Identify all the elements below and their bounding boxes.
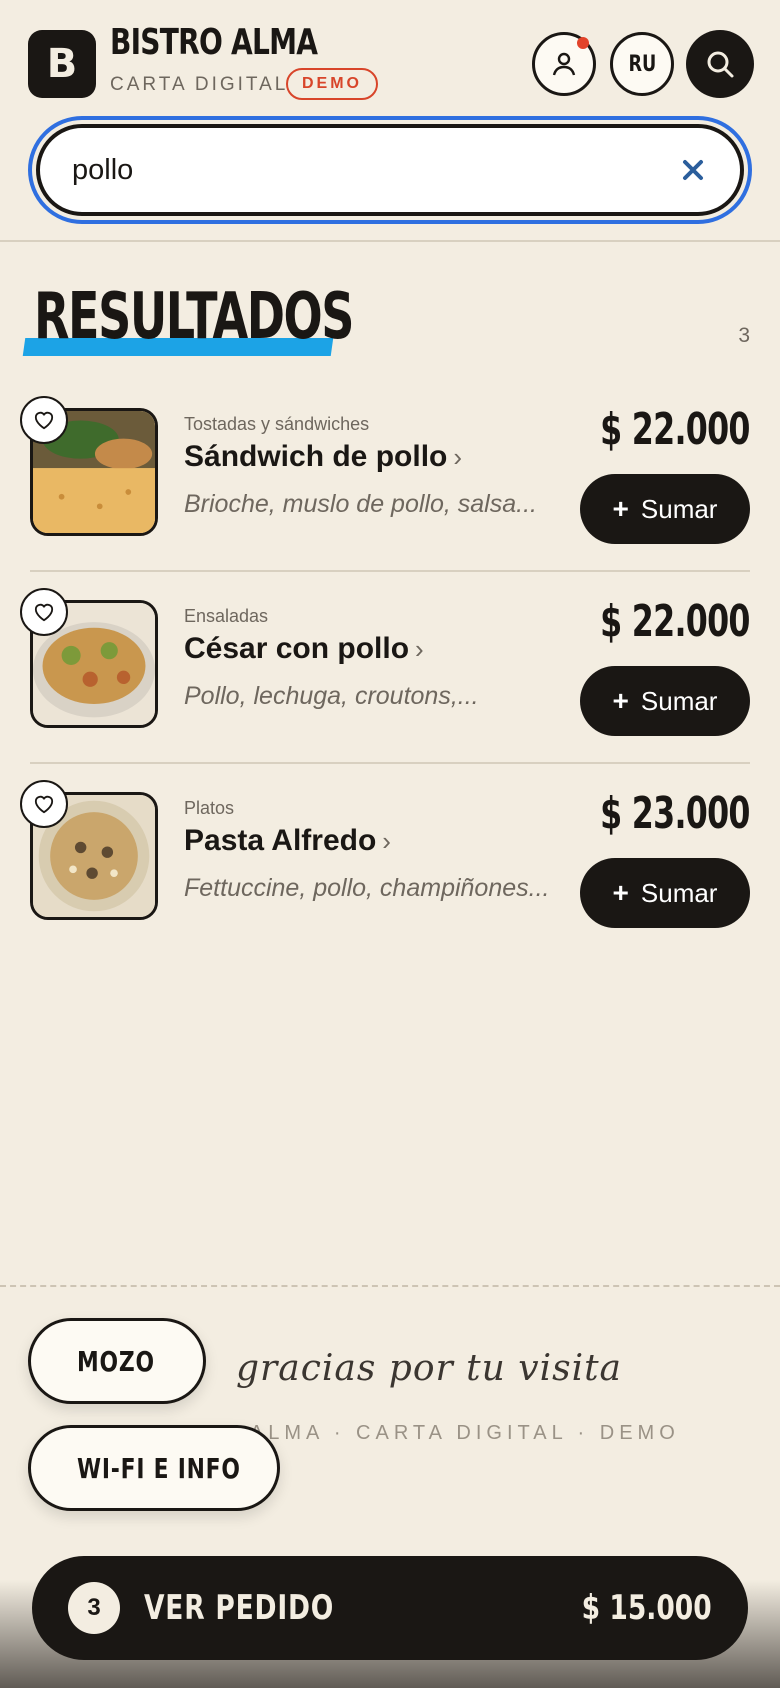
item-price: $ 22.000 bbox=[600, 404, 750, 455]
item-price: $ 23.000 bbox=[600, 788, 750, 839]
footer-divider bbox=[0, 1285, 780, 1287]
results-title: RESULTADOS bbox=[34, 280, 354, 354]
add-button[interactable]: + Sumar bbox=[580, 474, 750, 544]
chevron-right-icon: › bbox=[382, 826, 391, 856]
call-waiter-button[interactable]: MOZO bbox=[28, 1318, 206, 1404]
brand-subtitle: CARTA DIGITAL bbox=[110, 74, 289, 95]
search-icon bbox=[707, 51, 734, 78]
chevron-right-icon: › bbox=[453, 442, 463, 472]
view-order-button[interactable]: 3 VER PEDIDO $ 15.000 bbox=[32, 1556, 748, 1660]
item-category: Tostadas y sándwiches bbox=[184, 414, 370, 434]
thanks-message: gracias por tu visita bbox=[236, 1348, 623, 1389]
order-count-badge: 3 bbox=[68, 1582, 120, 1634]
result-item[interactable]: Platos Pasta Alfredo › Fettuccine, pollo,… bbox=[20, 764, 751, 956]
item-name[interactable]: Sándwich de pollo › bbox=[184, 440, 462, 474]
brand-name: BISTRO ALMA bbox=[110, 22, 318, 63]
item-category: Platos bbox=[184, 798, 235, 818]
header: B BISTRO ALMA CARTA DIGITAL DEMO RU bbox=[0, 0, 780, 242]
call-waiter-label: MOZO bbox=[77, 1344, 155, 1378]
language-label: RU bbox=[628, 51, 656, 77]
search-button[interactable] bbox=[686, 30, 754, 98]
item-description: Brioche, muslo de pollo, salsa... bbox=[184, 490, 537, 518]
item-category: Ensaladas bbox=[184, 606, 269, 626]
item-description: Fettuccine, pollo, champiñones... bbox=[184, 874, 550, 902]
result-item[interactable]: Tostadas y sándwiches Sándwich de pollo ›… bbox=[20, 380, 751, 572]
add-button[interactable]: + Sumar bbox=[580, 666, 750, 736]
wifi-info-label: WI-FI E INFO bbox=[77, 1451, 241, 1485]
item-name[interactable]: César con pollo › bbox=[184, 632, 424, 666]
plus-icon: + bbox=[612, 685, 629, 716]
view-order-label: VER PEDIDO bbox=[144, 1588, 335, 1628]
user-icon bbox=[552, 52, 576, 76]
logo: B bbox=[28, 30, 96, 98]
results-heading: RESULTADOS bbox=[22, 282, 354, 356]
order-total: $ 15.000 bbox=[581, 1588, 712, 1628]
account-button[interactable] bbox=[532, 32, 596, 96]
search-focus-ring bbox=[28, 116, 752, 224]
item-name[interactable]: Pasta Alfredo › bbox=[184, 824, 391, 858]
results-count: 3 bbox=[738, 324, 750, 347]
close-icon[interactable] bbox=[678, 155, 708, 185]
chevron-right-icon: › bbox=[415, 634, 424, 664]
heart-icon[interactable] bbox=[20, 588, 68, 636]
result-item[interactable]: Ensaladas César con pollo › Pollo, lechug… bbox=[20, 572, 751, 764]
demo-badge: DEMO bbox=[286, 68, 378, 100]
plus-icon: + bbox=[612, 877, 629, 908]
wifi-info-button[interactable]: WI-FI E INFO bbox=[28, 1425, 280, 1511]
language-button[interactable]: RU bbox=[610, 32, 674, 96]
item-price: $ 22.000 bbox=[600, 596, 750, 647]
add-button[interactable]: + Sumar bbox=[580, 858, 750, 928]
plus-icon: + bbox=[612, 493, 629, 524]
heart-icon[interactable] bbox=[20, 396, 68, 444]
search-bar bbox=[36, 124, 744, 216]
item-description: Pollo, lechuga, croutons,... bbox=[184, 682, 479, 710]
heart-icon[interactable] bbox=[20, 780, 68, 828]
search-input[interactable] bbox=[72, 153, 678, 187]
notification-dot bbox=[577, 37, 589, 49]
